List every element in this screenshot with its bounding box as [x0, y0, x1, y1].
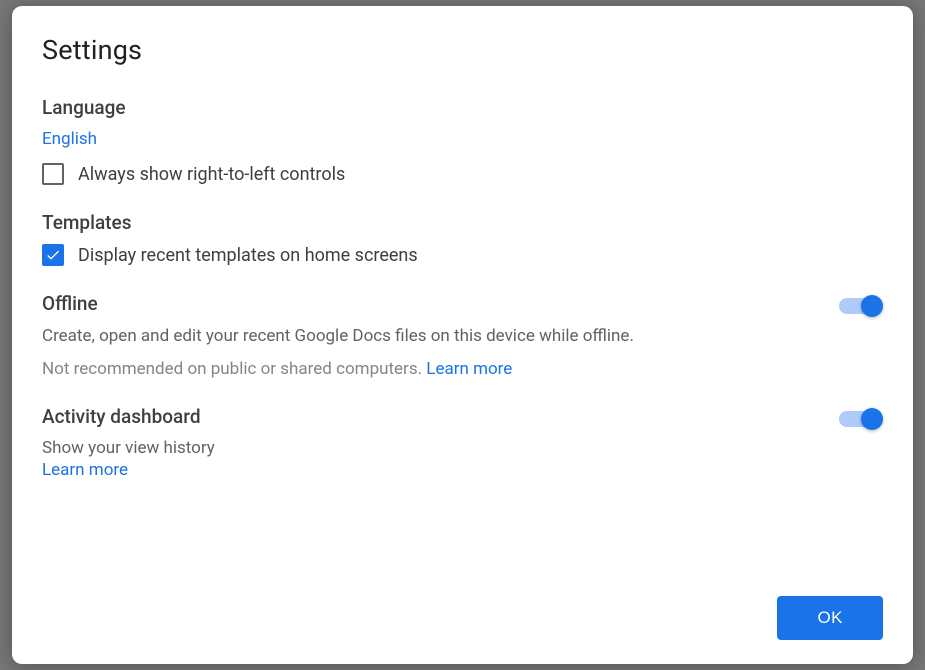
- templates-checkbox-label: Display recent templates on home screens: [78, 245, 418, 266]
- offline-warning: Not recommended on public or shared comp…: [42, 359, 422, 379]
- language-section: Language English Always show right-to-le…: [42, 96, 883, 185]
- check-icon: [45, 247, 61, 263]
- dialog-footer: OK: [42, 596, 883, 640]
- offline-section: Offline Create, open and edit your recen…: [42, 292, 883, 379]
- offline-learn-more-link[interactable]: Learn more: [426, 359, 512, 379]
- activity-toggle[interactable]: [839, 407, 883, 431]
- activity-header: Activity dashboard: [42, 405, 799, 428]
- templates-header: Templates: [42, 211, 883, 234]
- toggle-thumb: [861, 408, 883, 430]
- activity-section: Activity dashboard Show your view histor…: [42, 405, 883, 480]
- offline-header: Offline: [42, 292, 799, 315]
- offline-warning-row: Not recommended on public or shared comp…: [42, 359, 799, 379]
- templates-section: Templates Display recent templates on ho…: [42, 211, 883, 266]
- offline-description: Create, open and edit your recent Google…: [42, 325, 799, 349]
- settings-dialog: Settings Language English Always show ri…: [12, 6, 913, 664]
- activity-description: Show your view history: [42, 438, 799, 458]
- dialog-title: Settings: [42, 34, 883, 66]
- templates-checkbox[interactable]: [42, 244, 64, 266]
- activity-learn-more-link[interactable]: Learn more: [42, 460, 128, 480]
- rtl-checkbox-label: Always show right-to-left controls: [78, 164, 345, 185]
- rtl-checkbox[interactable]: [42, 163, 64, 185]
- language-link[interactable]: English: [42, 129, 97, 149]
- templates-checkbox-row: Display recent templates on home screens: [42, 244, 883, 266]
- toggle-thumb: [861, 295, 883, 317]
- rtl-checkbox-row: Always show right-to-left controls: [42, 163, 883, 185]
- offline-toggle[interactable]: [839, 294, 883, 318]
- language-header: Language: [42, 96, 883, 119]
- ok-button[interactable]: OK: [777, 596, 883, 640]
